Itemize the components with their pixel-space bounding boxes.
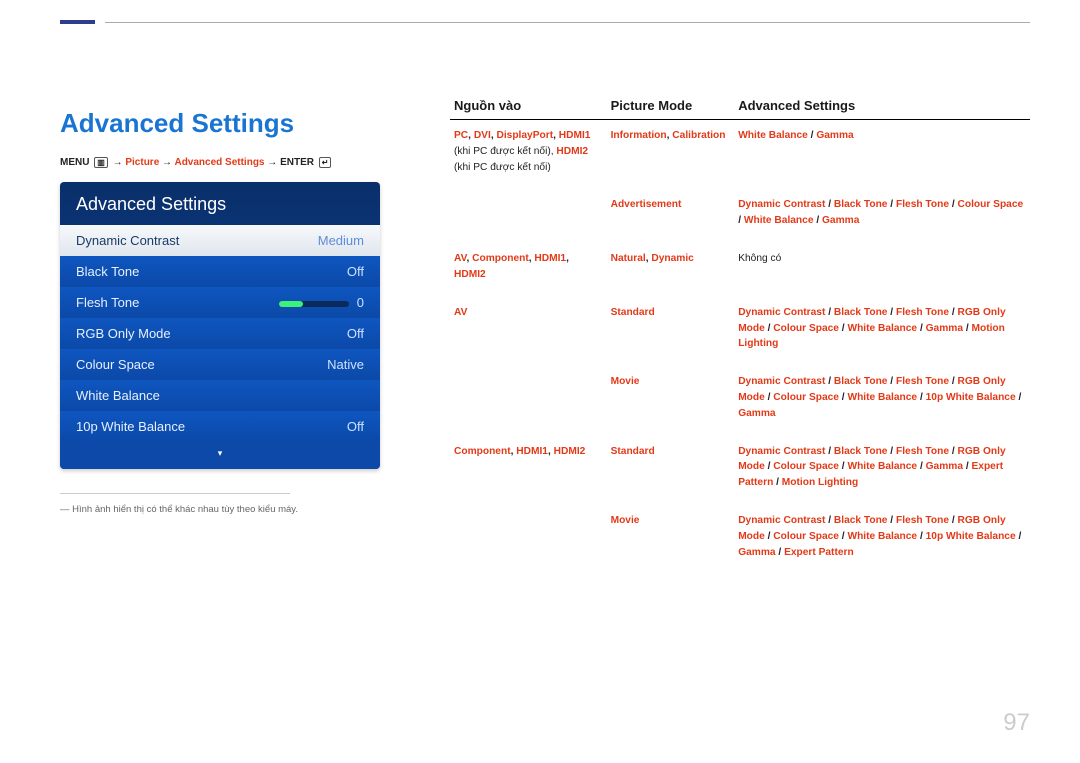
osd-row-value: Off xyxy=(347,419,364,434)
cell-mode: Information, Calibration xyxy=(607,120,735,190)
cell-mode: Natural, Dynamic xyxy=(607,243,735,297)
col-picture-mode: Picture Mode xyxy=(607,98,735,120)
table-row: Component, HDMI1, HDMI2StandardDynamic C… xyxy=(450,436,1030,505)
osd-row-label: Flesh Tone xyxy=(76,295,139,310)
osd-row-label: Colour Space xyxy=(76,357,155,372)
cell-advanced: Dynamic Contrast / Black Tone / Flesh To… xyxy=(734,505,1030,574)
osd-row-value: Off xyxy=(347,326,364,341)
cell-mode: Advertisement xyxy=(607,189,735,243)
crumb-advanced: Advanced Settings xyxy=(174,157,264,168)
table-row: MovieDynamic Contrast / Black Tone / Fle… xyxy=(450,505,1030,574)
cell-advanced: White Balance / Gamma xyxy=(734,120,1030,190)
osd-row[interactable]: 10p White Balance Off xyxy=(60,411,380,442)
osd-title: Advanced Settings xyxy=(60,182,380,225)
osd-scroll-down-icon: ▾ xyxy=(60,442,380,469)
cell-mode: Standard xyxy=(607,436,735,505)
cell-advanced: Dynamic Contrast / Black Tone / Flesh To… xyxy=(734,189,1030,243)
enter-icon: ↵ xyxy=(319,157,332,168)
page-number: 97 xyxy=(1003,709,1030,737)
osd-row-label: White Balance xyxy=(76,388,160,403)
cell-source: PC, DVI, DisplayPort, HDMI1 (khi PC được… xyxy=(450,120,607,190)
settings-table-wrap: Nguồn vào Picture Mode Advanced Settings… xyxy=(450,98,1030,574)
cell-source xyxy=(450,505,607,574)
cell-advanced: Dynamic Contrast / Black Tone / Flesh To… xyxy=(734,366,1030,435)
footnote-divider xyxy=(60,493,290,494)
cell-source xyxy=(450,189,607,243)
cell-source: Component, HDMI1, HDMI2 xyxy=(450,436,607,505)
osd-row-label: Black Tone xyxy=(76,264,139,279)
manual-page: Advanced Settings MENU ▥ → Picture → Adv… xyxy=(0,0,1080,763)
slider-bar xyxy=(279,301,349,307)
osd-panel: Advanced Settings Dynamic Contrast Medium… xyxy=(60,182,380,469)
osd-row-value: Medium xyxy=(318,233,364,248)
osd-row-value: 0 xyxy=(279,295,364,310)
col-advanced-settings: Advanced Settings xyxy=(734,98,1030,120)
menu-icon: ▥ xyxy=(94,157,108,168)
osd-row[interactable]: Flesh Tone 0 xyxy=(60,287,380,318)
osd-row-value: Native xyxy=(327,357,364,372)
osd-row[interactable]: Dynamic Contrast Medium xyxy=(60,225,380,256)
cell-advanced: Không có xyxy=(734,243,1030,297)
cell-source: AV, Component, HDMI1, HDMI2 xyxy=(450,243,607,297)
osd-row[interactable]: Colour Space Native xyxy=(60,349,380,380)
osd-row[interactable]: White Balance xyxy=(60,380,380,411)
cell-source: AV xyxy=(450,297,607,366)
crumb-enter: ENTER xyxy=(280,157,314,168)
crumb-picture: Picture xyxy=(125,157,159,168)
osd-row[interactable]: Black Tone Off xyxy=(60,256,380,287)
table-row: AVStandardDynamic Contrast / Black Tone … xyxy=(450,297,1030,366)
crumb-menu: MENU xyxy=(60,157,89,168)
cell-source xyxy=(450,366,607,435)
osd-row-label: Dynamic Contrast xyxy=(76,233,179,248)
cell-mode: Standard xyxy=(607,297,735,366)
osd-row[interactable]: RGB Only Mode Off xyxy=(60,318,380,349)
osd-row-label: 10p White Balance xyxy=(76,419,185,434)
col-source: Nguồn vào xyxy=(450,98,607,120)
osd-row-value: Off xyxy=(347,264,364,279)
table-row: AV, Component, HDMI1, HDMI2Natural, Dyna… xyxy=(450,243,1030,297)
top-rule xyxy=(60,20,1030,32)
table-row: AdvertisementDynamic Contrast / Black To… xyxy=(450,189,1030,243)
osd-row-label: RGB Only Mode xyxy=(76,326,171,341)
cell-mode: Movie xyxy=(607,505,735,574)
cell-advanced: Dynamic Contrast / Black Tone / Flesh To… xyxy=(734,436,1030,505)
settings-table: Nguồn vào Picture Mode Advanced Settings… xyxy=(450,98,1030,574)
cell-mode: Movie xyxy=(607,366,735,435)
table-row: MovieDynamic Contrast / Black Tone / Fle… xyxy=(450,366,1030,435)
cell-advanced: Dynamic Contrast / Black Tone / Flesh To… xyxy=(734,297,1030,366)
table-row: PC, DVI, DisplayPort, HDMI1 (khi PC được… xyxy=(450,120,1030,190)
